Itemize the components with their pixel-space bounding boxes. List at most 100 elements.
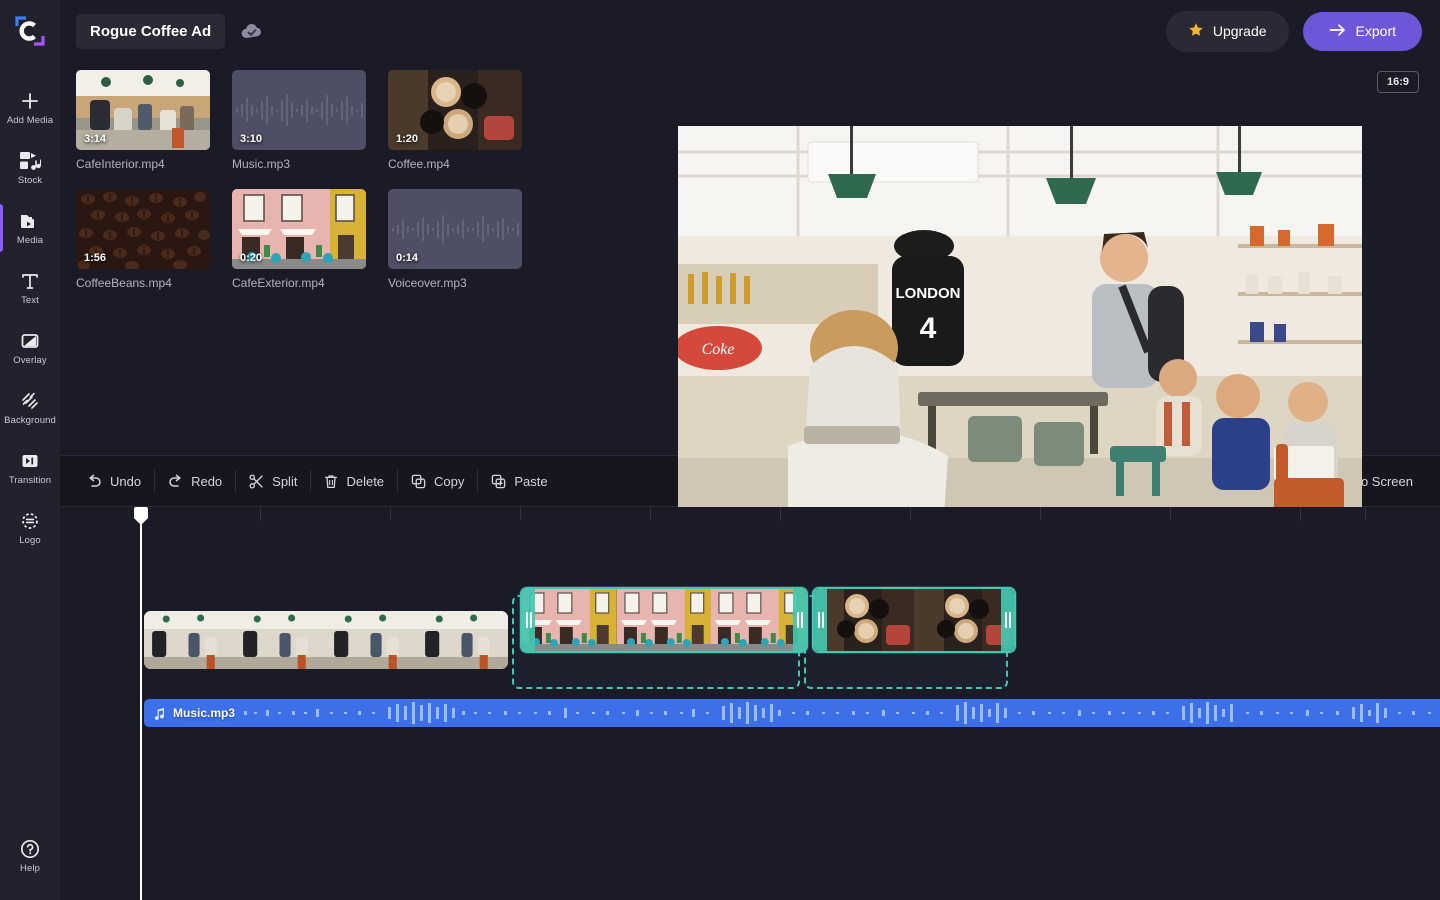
media-thumbnail[interactable]: 3:14 bbox=[76, 70, 210, 150]
copy-icon bbox=[411, 474, 426, 488]
ruler-tick bbox=[1170, 507, 1171, 521]
clip-trim-handle-left[interactable] bbox=[522, 589, 535, 651]
media-duration: 1:56 bbox=[84, 252, 107, 264]
preview-panel: 16:9 Coke LONDON 4 bbox=[678, 62, 1440, 558]
audio-waveform bbox=[244, 702, 1431, 724]
star-icon bbox=[1188, 22, 1204, 41]
media-item-voiceover[interactable]: 0:14 Voiceover.mp3 bbox=[388, 189, 522, 290]
timeline-tracks: Music.mp3 bbox=[60, 527, 1440, 900]
timeline-clip-coffee[interactable] bbox=[812, 587, 1016, 653]
media-folder-icon bbox=[19, 210, 41, 232]
media-thumbnail[interactable]: 1:20 bbox=[388, 70, 522, 150]
audio-clip-label: Music.mp3 bbox=[144, 706, 235, 720]
project-title-input[interactable]: Rogue Coffee Ad bbox=[76, 13, 226, 49]
copy-button[interactable]: Copy bbox=[398, 467, 477, 496]
top-bar: Rogue Coffee Ad Upgrade Export bbox=[60, 0, 1440, 62]
sidebar-item-help[interactable]: Help bbox=[0, 826, 60, 886]
upgrade-label: Upgrade bbox=[1212, 23, 1267, 39]
undo-label: Undo bbox=[110, 473, 142, 489]
timeline-clip-cafeexterior[interactable] bbox=[520, 587, 808, 653]
media-item-cafeinterior[interactable]: 3:14 CafeInterior.mp4 bbox=[76, 70, 210, 171]
clip-trim-handle-right[interactable] bbox=[793, 589, 806, 651]
editor-body: 3:14 CafeInterior.mp4 3:10 Music.mp3 1:2… bbox=[60, 62, 1440, 558]
ruler-tick bbox=[650, 507, 651, 521]
question-circle-icon bbox=[19, 838, 41, 860]
sidebar-item-text[interactable]: Text bbox=[0, 258, 60, 318]
audio-filename: Music.mp3 bbox=[173, 706, 236, 720]
media-filename: CafeInterior.mp4 bbox=[76, 157, 165, 171]
sidebar-item-overlay[interactable]: Overlay bbox=[0, 318, 60, 378]
media-duration: 0:14 bbox=[396, 252, 419, 264]
svg-text:LONDON: LONDON bbox=[896, 285, 961, 302]
left-sidebar: Add Media Stock Media Text Overlay Backg… bbox=[0, 0, 60, 900]
clip-filmstrip bbox=[522, 589, 806, 651]
media-thumbnail[interactable]: 1:56 bbox=[76, 189, 210, 269]
upgrade-button[interactable]: Upgrade bbox=[1165, 10, 1289, 52]
export-button[interactable]: Export bbox=[1302, 11, 1422, 51]
sidebar-label: Media bbox=[16, 235, 44, 246]
timeline-ruler[interactable] bbox=[60, 507, 1440, 527]
media-thumbnail[interactable]: 3:10 bbox=[232, 70, 366, 150]
text-icon bbox=[19, 270, 41, 292]
svg-text:4: 4 bbox=[920, 312, 937, 345]
redo-button[interactable]: Redo bbox=[155, 467, 235, 496]
sidebar-item-add-media[interactable]: Add Media bbox=[0, 78, 60, 138]
delete-label: Delete bbox=[346, 473, 385, 489]
ruler-tick bbox=[1365, 507, 1366, 521]
aspect-ratio-badge[interactable]: 16:9 bbox=[1376, 71, 1419, 93]
media-item-coffeebeans[interactable]: 1:56 CoffeeBeans.mp4 bbox=[76, 189, 210, 290]
ruler-tick bbox=[520, 507, 521, 521]
export-label: Export bbox=[1355, 23, 1396, 39]
media-item-coffee[interactable]: 1:20 Coffee.mp4 bbox=[388, 70, 522, 171]
app-logo[interactable] bbox=[0, 0, 60, 62]
sidebar-item-media[interactable]: Media bbox=[0, 198, 60, 258]
sidebar-label: Stock bbox=[17, 175, 43, 186]
ruler-tick bbox=[1300, 507, 1301, 521]
background-icon bbox=[19, 390, 41, 412]
sidebar-item-background[interactable]: Background bbox=[0, 378, 60, 438]
undo-button[interactable]: Undo bbox=[74, 467, 154, 496]
transition-icon bbox=[19, 450, 41, 472]
clip-trim-handle-left[interactable] bbox=[814, 589, 827, 651]
main-area: Rogue Coffee Ad Upgrade Export 3:14 Cafe… bbox=[60, 0, 1440, 900]
help-button[interactable]: Help bbox=[0, 826, 60, 886]
media-item-cafeexterior[interactable]: 0:20 CafeExterior.mp4 bbox=[232, 189, 366, 290]
timeline[interactable]: Music.mp3 bbox=[60, 507, 1440, 900]
media-duration: 0:20 bbox=[240, 252, 263, 264]
media-thumbnail[interactable]: 0:14 bbox=[388, 189, 522, 269]
media-item-music[interactable]: 3:10 Music.mp3 bbox=[232, 70, 366, 171]
video-preview-stage[interactable]: Coke LONDON 4 bbox=[678, 126, 1362, 512]
sidebar-item-stock[interactable]: Stock bbox=[0, 138, 60, 198]
media-duration: 1:20 bbox=[396, 133, 419, 145]
timeline-audio-clip-music[interactable]: Music.mp3 bbox=[144, 699, 1440, 727]
clip-filmstrip bbox=[144, 611, 508, 669]
timeline-clip-cafeinterior[interactable] bbox=[144, 611, 508, 669]
clipchamp-logo-icon bbox=[15, 16, 45, 46]
sidebar-label: Text bbox=[21, 295, 39, 306]
logo-icon bbox=[19, 510, 41, 532]
clip-filmstrip bbox=[814, 589, 1014, 651]
paste-button[interactable]: Paste bbox=[478, 467, 560, 496]
split-label: Split bbox=[272, 473, 298, 489]
arrow-right-icon bbox=[1329, 23, 1346, 40]
sidebar-item-logo[interactable]: Logo bbox=[0, 498, 60, 558]
media-filename: CoffeeBeans.mp4 bbox=[76, 276, 172, 290]
media-grid: 3:14 CafeInterior.mp4 3:10 Music.mp3 1:2… bbox=[76, 70, 662, 290]
sidebar-nav: Add Media Stock Media Text Overlay Backg… bbox=[0, 62, 60, 558]
cloud-check-icon bbox=[239, 18, 265, 44]
plus-icon bbox=[19, 90, 41, 112]
media-duration: 3:14 bbox=[84, 133, 107, 145]
clip-trim-handle-right[interactable] bbox=[1001, 589, 1014, 651]
media-thumbnail[interactable]: 0:20 bbox=[232, 189, 366, 269]
trash-icon bbox=[325, 474, 338, 488]
svg-text:Coke: Coke bbox=[702, 341, 735, 358]
sidebar-item-transition[interactable]: Transition bbox=[0, 438, 60, 498]
media-filename: Voiceover.mp3 bbox=[388, 276, 467, 290]
media-filename: CafeExterior.mp4 bbox=[232, 276, 325, 290]
split-button[interactable]: Split bbox=[236, 467, 310, 496]
sidebar-label: Logo bbox=[19, 535, 41, 546]
paste-label: Paste bbox=[514, 473, 548, 489]
music-note-icon bbox=[154, 707, 165, 720]
delete-button[interactable]: Delete bbox=[311, 467, 397, 496]
ruler-tick bbox=[910, 507, 911, 521]
